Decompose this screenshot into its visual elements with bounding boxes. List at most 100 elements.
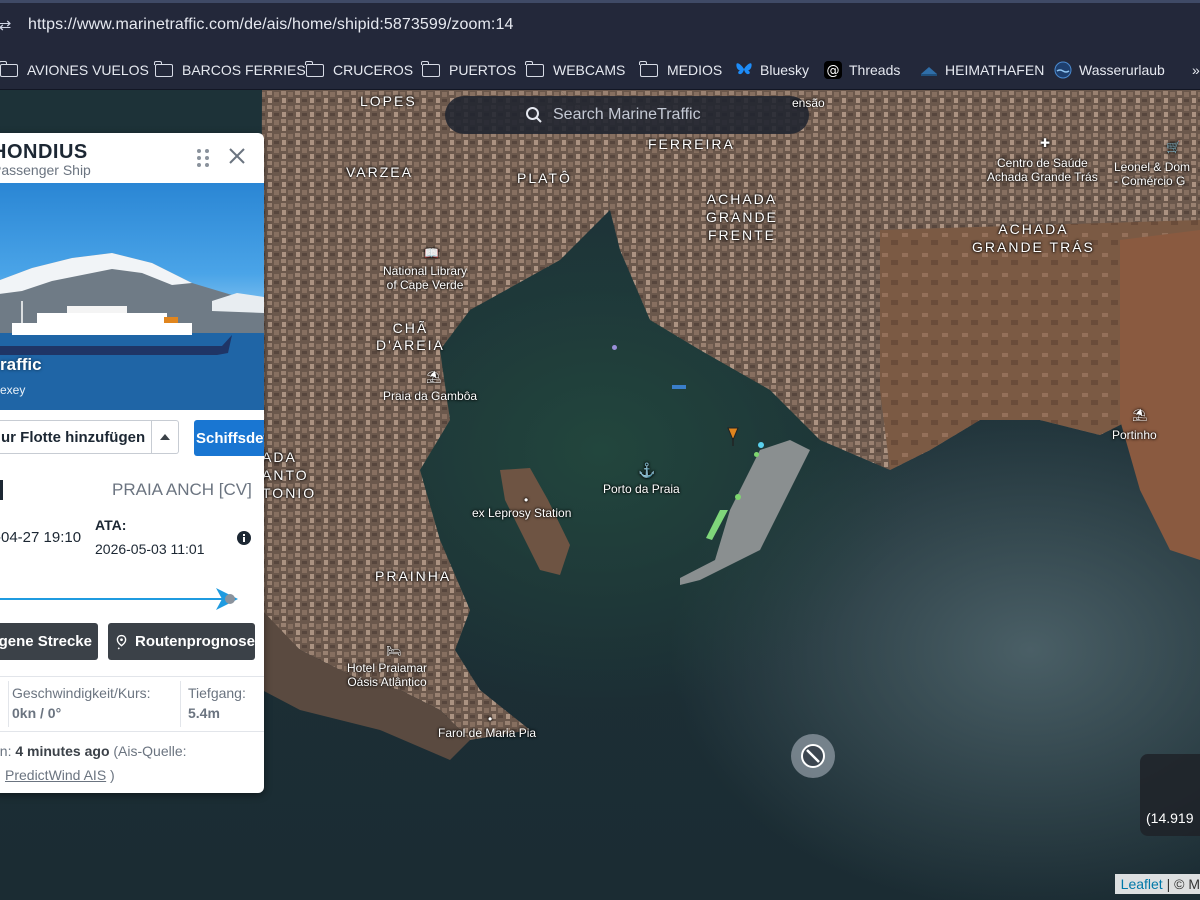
past-track-button[interactable]: agene Strecke [0,623,98,660]
map-label-hotel-praiamar: Hotel Praiamar Oásis Atlântico [347,661,428,689]
compass-icon [801,744,825,768]
map-label-centro-saude: Centro de Saúde Achada Grande Trás [987,156,1098,184]
photo-watermark: raffic [0,355,42,374]
draught-label: Tiefgang: [188,685,246,701]
search-placeholder: Search MarineTraffic [553,106,701,123]
coordinates-text: (14.919 [1146,810,1194,826]
route-forecast-label: Routenprognose [135,633,255,650]
bookmark-medios[interactable]: MEDIOS [639,50,722,90]
folder-icon [525,60,544,77]
vessel-type: Passenger Ship [0,162,91,178]
url-text[interactable]: https://www.marinetraffic.com/de/ais/hom… [28,16,513,34]
svg-text:@: @ [827,64,840,79]
map-label-ensao: ensão [792,96,825,110]
photo-credit: exey [0,383,26,397]
map-label-achada-grande-tras: ACHADA GRANDE TRÁS [972,221,1095,255]
map-label-prainha: PRAINHA [375,568,452,584]
map-label-portinho: Portinho [1112,428,1157,442]
vessel-photo-image [0,253,264,410]
position-received-info: en: 4 minutes ago (Ais-Quelle: PredictWi… [0,743,187,783]
info-icon[interactable] [237,531,251,545]
stats-divider [8,681,9,727]
vessel-photo[interactable]: raffic exey [0,183,264,410]
route-pin-icon [116,634,127,649]
action-button-row: ur Flotte hinzufügen Schiffsdetails [0,420,264,456]
ata-label: ATA: [95,517,127,533]
bookmark-bluesky[interactable]: Bluesky [735,50,809,90]
bluesky-icon [735,61,753,79]
map-label-ex-leprosy-station: ex Leprosy Station [472,506,572,520]
vessel-info-panel: HONDIUS Passenger Ship raffic exey ur Fl… [0,133,264,793]
vessel-name: HONDIUS [0,141,88,163]
search-icon [526,107,542,123]
threads-icon: @ [824,61,842,79]
folder-icon [421,60,440,77]
wasserurlaub-icon [1054,61,1072,79]
map-search-bar[interactable]: Search MarineTraffic [445,96,809,134]
folder-icon [154,60,173,77]
vessel-stats: Geschwindigkeit/Kurs: 0kn / 0° Tiefgang:… [0,676,264,732]
map-label-achada-grande-frente: ACHADA GRANDE FRENTE [706,191,778,243]
map-label-porto-da-praia: Porto da Praia [603,482,680,496]
folder-icon [0,60,18,77]
destination-dot [225,594,235,604]
vessel-marker-icon[interactable] [754,452,759,457]
close-icon[interactable] [228,147,246,165]
bookmarks-overflow-button[interactable]: » [1192,50,1200,90]
origin-port-marker [0,480,3,500]
shop-icon: 🛒 [1166,140,1181,154]
compass-button[interactable] [791,734,835,778]
vessel-marker-icon[interactable] [672,385,686,389]
map-label-farol-maria-pia: Farol de Maria Pia [438,726,537,740]
vessel-marker-icon[interactable] [612,345,617,350]
heimathafen-icon [920,61,938,79]
bookmark-aviones-vuelos[interactable]: AVIONES VUELOS [0,50,149,90]
draught-value: 5.4m [188,705,220,721]
drag-handle-icon[interactable] [196,148,210,168]
bookmark-webcams[interactable]: WEBCAMS [525,50,625,90]
ais-source-link[interactable]: PredictWind AIS [5,767,106,783]
leaflet-link[interactable]: Leaflet [1121,876,1163,892]
vessel-marker-icon[interactable] [758,442,764,448]
vessel-marker-icon[interactable] [735,494,741,500]
folder-icon [305,60,324,77]
library-icon: 📖 [424,246,439,260]
vessel-marker-icon[interactable] [724,426,742,448]
map-label-praia-gamboa: Praia da Gambôa [383,389,478,403]
folder-icon [639,60,658,77]
received-time: 4 minutes ago [15,743,110,759]
bookmarks-bar: AVIONES VUELOS BARCOS FERRIES CRUCEROS P… [0,50,1200,90]
browser-url-bar: ⇄ https://www.marinetraffic.com/de/ais/h… [0,0,1200,50]
vessel-details-button[interactable]: Schiffsdetails [194,420,264,456]
hospital-icon: ✚ [1040,136,1051,150]
map-label-ferreira: FERREIRA [648,136,735,152]
chevron-up-icon [160,434,170,440]
route-forecast-button[interactable]: Routenprognose [108,623,255,660]
add-to-fleet-button[interactable]: ur Flotte hinzufügen [0,420,152,454]
bookmark-wasserurlaub[interactable]: Wasserurlaub [1054,50,1165,90]
speed-course-value: 0kn / 0° [12,705,62,721]
destination-port[interactable]: PRAIA ANCH [CV] [112,480,252,500]
map-label-plato: PLATÔ [517,170,572,186]
bookmark-cruceros[interactable]: CRUCEROS [305,50,413,90]
site-settings-icon[interactable]: ⇄ [0,15,16,37]
bookmark-puertos[interactable]: PUERTOS [421,50,516,90]
voyage-progress-bar [0,588,238,610]
stats-divider [180,681,181,727]
bookmark-threads[interactable]: @ Threads [824,50,900,90]
beach-icon: ⛱ [426,370,442,384]
map-label-lopes: LOPES [360,93,417,109]
fleet-dropdown-button[interactable] [152,420,179,454]
bookmark-heimathafen[interactable]: HEIMATHAFEN [920,50,1044,90]
map-label-santo-antonio: ADA ANTO TONIO [262,449,317,501]
route-button-row: agene Strecke Routenprognose [0,623,264,661]
map-attribution: Leaflet | © M [1114,874,1200,894]
coordinates-box: (14.919 [1140,754,1200,836]
anchor-icon: ⚓ [638,462,656,478]
speed-course-label: Geschwindigkeit/Kurs: [12,685,151,701]
map-label-leonel: Leonel & Dom - Comércio G [1114,160,1191,188]
bookmark-barcos-ferries[interactable]: BARCOS FERRIES [154,50,306,90]
atd-value: -04-27 19:10 [0,529,82,546]
poi-dot-icon: • [524,493,529,507]
beach-icon: ⛱ [1132,408,1148,422]
